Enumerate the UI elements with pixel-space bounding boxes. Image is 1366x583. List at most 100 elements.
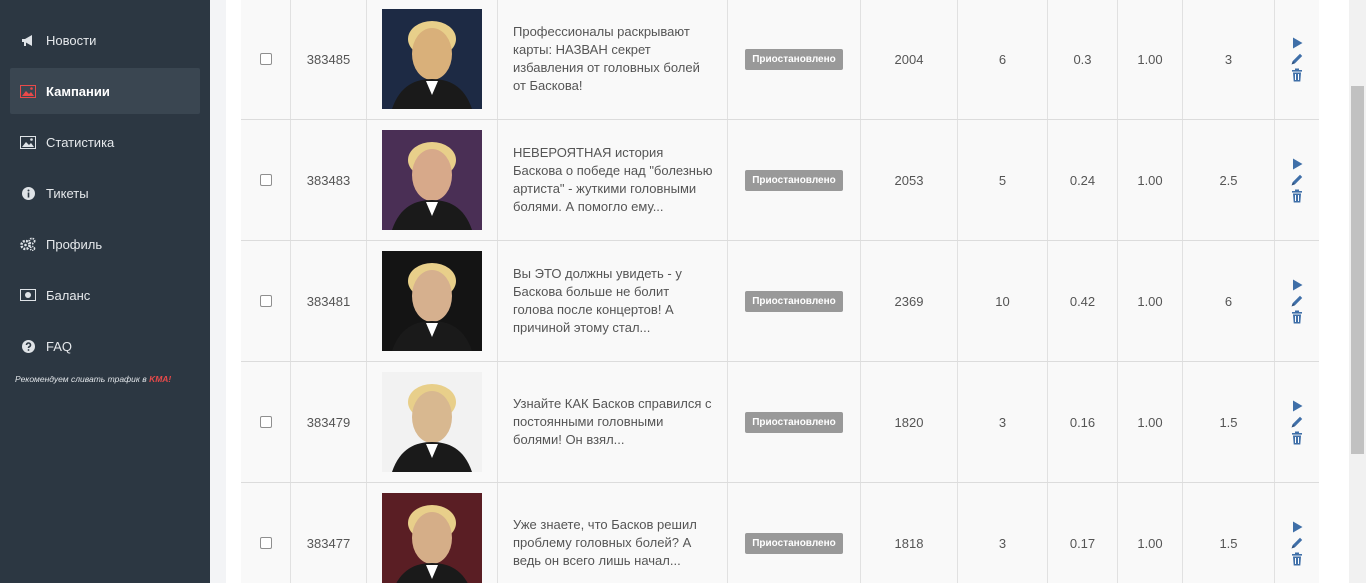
promo-text: Рекомендуем сливать трафик в KMA! [15,374,172,384]
campaign-teaser-text: Профессионалы раскрывают карты: НАЗВАН с… [498,0,728,119]
sidebar-item-profile[interactable]: Профиль [10,221,200,267]
stat-value-3: 0.17 [1048,483,1118,583]
promo-brand[interactable]: KMA! [149,374,171,384]
campaign-thumbnail [382,130,482,230]
play-icon[interactable] [1290,399,1304,413]
campaign-thumbnail [382,372,482,472]
campaign-teaser-text: Узнайте КАК Басков справился с постоянны… [498,362,728,482]
trash-icon[interactable] [1290,68,1304,82]
stat-value-2: 3 [958,483,1048,583]
thumbnail-cell [367,241,498,361]
sidebar-item-balance[interactable]: Баланс [10,272,200,318]
thumbnail-cell [367,362,498,482]
row-actions [1275,483,1319,583]
stat-value-5: 1.5 [1183,483,1275,583]
stat-value-4: 1.00 [1118,241,1183,361]
stat-value-1: 1820 [861,362,958,482]
row-checkbox[interactable] [259,416,272,428]
sidebar-item-campaigns[interactable]: Кампании [10,68,200,114]
thumbnail-cell [367,0,498,119]
stat-value-1: 2053 [861,120,958,240]
image-icon [20,135,36,149]
campaign-teaser-text: Уже знаете, что Басков решил проблему го… [498,483,728,583]
play-icon[interactable] [1290,520,1304,534]
stat-value-4: 1.00 [1118,0,1183,119]
stat-value-1: 2369 [861,241,958,361]
sidebar-item-statistics[interactable]: Статистика [10,119,200,165]
campaign-teaser-text: НЕВЕРОЯТНАЯ история Баскова о победе над… [498,120,728,240]
row-checkbox[interactable] [259,53,272,65]
table-row: 383477 Уже знаете, что Басков решил пробл… [241,483,1319,583]
sidebar-item-label: Статистика [46,134,115,150]
campaign-thumbnail [382,251,482,351]
scrollbar-thumb[interactable] [1351,86,1364,454]
status-cell: Приостановлено [728,0,861,119]
sidebar-item-label: Профиль [46,236,103,252]
sidebar-item-label: Кампании [46,83,110,99]
stat-value-4: 1.00 [1118,120,1183,240]
row-checkbox[interactable] [259,174,272,186]
play-icon[interactable] [1290,157,1304,171]
stat-value-3: 0.3 [1048,0,1118,119]
table-row: 383481 Вы ЭТО должны увидеть - у Баскова … [241,241,1319,362]
campaign-teaser-text: Вы ЭТО должны увидеть - у Баскова больше… [498,241,728,361]
pencil-icon[interactable] [1290,415,1304,429]
pencil-icon[interactable] [1290,52,1304,66]
row-actions [1275,241,1319,361]
pencil-icon[interactable] [1290,536,1304,550]
stat-value-1: 1818 [861,483,958,583]
money-icon [20,288,36,302]
stat-value-5: 2.5 [1183,120,1275,240]
status-cell: Приостановлено [728,120,861,240]
trash-icon[interactable] [1290,431,1304,445]
megaphone-icon [20,33,36,47]
thumbnail-cell [367,120,498,240]
row-actions [1275,120,1319,240]
info-icon [20,186,36,200]
play-icon[interactable] [1290,278,1304,292]
row-checkbox[interactable] [259,537,272,549]
thumbnail-cell [367,483,498,583]
row-actions [1275,0,1319,119]
trash-icon[interactable] [1290,310,1304,324]
stat-value-3: 0.16 [1048,362,1118,482]
campaign-thumbnail [382,493,482,583]
question-icon [20,339,36,353]
campaign-id: 383477 [291,483,367,583]
row-select-cell [241,362,291,482]
sidebar-item-faq[interactable]: FAQ [10,323,200,369]
stat-value-2: 3 [958,362,1048,482]
row-select-cell [241,120,291,240]
play-icon[interactable] [1290,36,1304,50]
image-icon [20,84,36,98]
status-cell: Приостановлено [728,241,861,361]
pencil-icon[interactable] [1290,173,1304,187]
campaign-id: 383483 [291,120,367,240]
content-gutter [210,0,226,583]
stat-value-5: 6 [1183,241,1275,361]
stat-value-4: 1.00 [1118,362,1183,482]
stat-value-3: 0.42 [1048,241,1118,361]
row-select-cell [241,0,291,119]
gears-icon [20,237,36,251]
sidebar-item-tickets[interactable]: Тикеты [10,170,200,216]
sidebar-item-label: FAQ [46,338,73,354]
status-badge: Приостановлено [745,290,843,312]
table-row: 383485 Профессионалы раскрывают карты: НА… [241,0,1319,120]
stat-value-5: 1.5 [1183,362,1275,482]
status-badge: Приостановлено [745,169,843,191]
stat-value-4: 1.00 [1118,483,1183,583]
sidebar: Новости Кампании Статистика Тикеты Профи… [0,0,210,583]
trash-icon[interactable] [1290,552,1304,566]
campaign-id: 383481 [291,241,367,361]
stat-value-1: 2004 [861,0,958,119]
stat-value-2: 5 [958,120,1048,240]
pencil-icon[interactable] [1290,294,1304,308]
row-checkbox[interactable] [259,295,272,307]
sidebar-item-news[interactable]: Новости [10,17,200,63]
trash-icon[interactable] [1290,189,1304,203]
sidebar-item-label: Тикеты [46,185,89,201]
row-select-cell [241,483,291,583]
status-badge: Приостановлено [745,532,843,554]
stat-value-5: 3 [1183,0,1275,119]
